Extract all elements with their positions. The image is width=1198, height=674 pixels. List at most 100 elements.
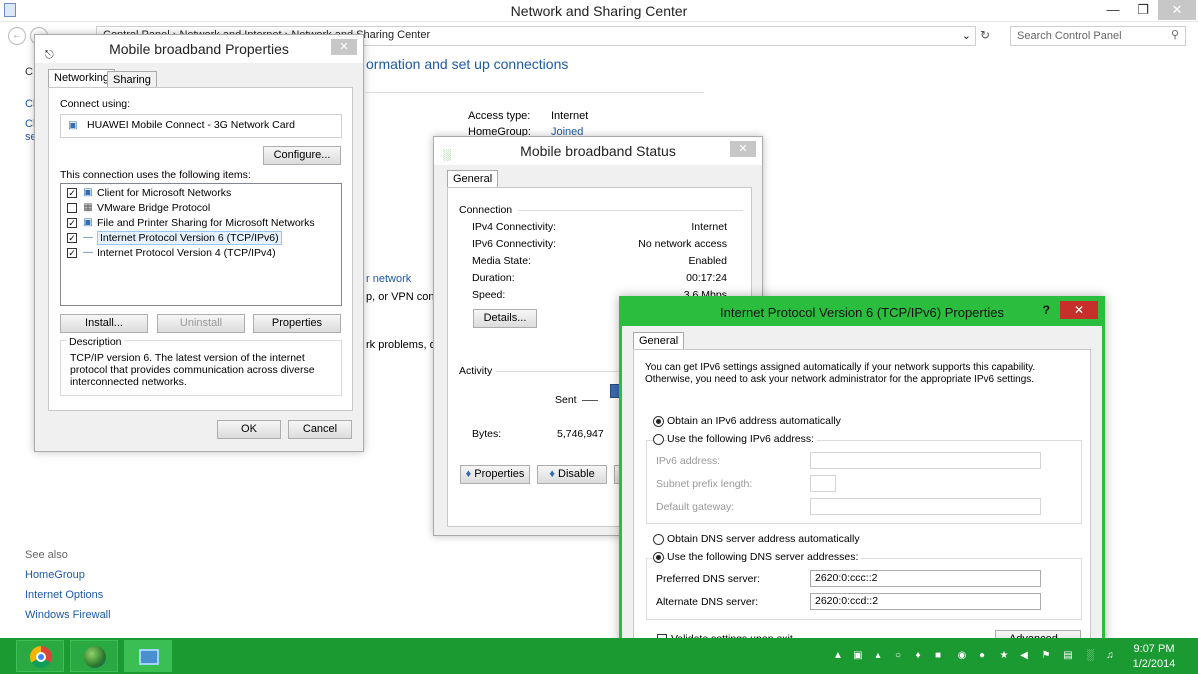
search-icon: ⚲	[1170, 29, 1179, 41]
manual-dns-group	[646, 558, 1082, 620]
media-state-value: Enabled	[688, 255, 727, 267]
connection-divider	[518, 210, 743, 211]
left-frag: C	[25, 66, 33, 78]
manual-address-radio[interactable]	[653, 434, 664, 445]
chrome-icon[interactable]	[16, 640, 64, 672]
configure-button[interactable]: Configure...	[263, 146, 341, 165]
tab-networking[interactable]: Networking	[48, 69, 116, 87]
client-network-icon: ▣	[83, 187, 93, 198]
network-tray-icon[interactable]: ▤	[1062, 650, 1074, 662]
item-label[interactable]: Internet Protocol Version 6 (TCP/IPv6)	[97, 231, 282, 245]
auto-address-radio[interactable]	[653, 416, 664, 427]
globe-logo	[84, 646, 106, 668]
tray-icon[interactable]: ■	[932, 650, 944, 662]
cancel-button[interactable]: Cancel	[288, 420, 352, 439]
ipv6-address-input	[810, 452, 1041, 469]
item-label[interactable]: VMware Bridge Protocol	[97, 202, 210, 214]
auto-dns-radio[interactable]	[653, 534, 664, 545]
manual-dns-label[interactable]: Use the following DNS server addresses:	[667, 551, 862, 563]
ok-button[interactable]: OK	[217, 420, 281, 439]
tray-icon[interactable]: ▣	[852, 650, 864, 662]
file-sharing-icon: ▣	[83, 217, 93, 228]
items-list[interactable]: ✓ ▣ Client for Microsoft Networks ▦ VMwa…	[60, 183, 342, 306]
search-input[interactable]: Search Control Panel ⚲	[1010, 26, 1186, 46]
bytes-sent-value: 5,746,947	[557, 428, 604, 440]
signal-tray-icon[interactable]: ░	[1084, 650, 1096, 662]
flag-icon[interactable]: ⚑	[1040, 650, 1052, 662]
items-label: This connection uses the following items…	[60, 169, 251, 181]
close-button[interactable]: ✕	[1158, 0, 1196, 20]
tab-general[interactable]: General	[447, 170, 499, 188]
item-checkbox[interactable]: ✓	[67, 188, 77, 198]
tray-icon[interactable]: ★	[998, 650, 1010, 662]
item-checkbox[interactable]	[67, 203, 77, 213]
item-label[interactable]: File and Printer Sharing for Microsoft N…	[97, 217, 315, 229]
network-card-icon: ▣	[68, 120, 78, 131]
auto-address-label[interactable]: Obtain an IPv6 address automatically	[667, 415, 841, 427]
window-titlebar: Network and Sharing Center — ❐ ✕	[0, 0, 1198, 22]
tray-icon[interactable]: ◉	[956, 650, 968, 662]
bytes-label: Bytes:	[472, 428, 502, 440]
ipv6-dialog-titlebar: Internet Protocol Version 6 (TCP/IPv6) P…	[622, 299, 1102, 326]
see-also-homegroup[interactable]: HomeGroup	[25, 569, 85, 581]
minimize-button[interactable]: —	[1098, 0, 1128, 20]
sent-line	[582, 400, 598, 401]
disable-button[interactable]: ♦ Disable	[537, 465, 607, 484]
see-also-internet-options[interactable]: Internet Options	[25, 589, 103, 601]
tab-general[interactable]: General	[633, 332, 685, 350]
item-checkbox[interactable]: ✓	[67, 248, 77, 258]
network-app-icon[interactable]	[124, 640, 172, 672]
item-label[interactable]: Internet Protocol Version 4 (TCP/IPv4)	[97, 247, 276, 259]
install-button[interactable]: Install...	[60, 314, 148, 333]
tray-icon[interactable]: ●	[976, 650, 988, 662]
dialog-title-text: Mobile broadband Properties	[109, 41, 289, 57]
button-label: Disable	[558, 468, 595, 480]
ipv4-connectivity-value: Internet	[691, 221, 727, 233]
chevron-down-icon[interactable]: ⌄	[962, 29, 971, 42]
refresh-icon[interactable]: ↻	[980, 28, 990, 42]
connection-section-label: Connection	[459, 204, 513, 216]
see-also-windows-firewall[interactable]: Windows Firewall	[25, 609, 111, 621]
tray-icon[interactable]: ▲	[832, 650, 844, 662]
button-label: Properties	[474, 468, 525, 480]
tray-icon[interactable]: ○	[892, 650, 904, 662]
volume-icon[interactable]: ♫	[1104, 650, 1116, 662]
preferred-dns-input[interactable]: 2620:0:ccc::2	[810, 570, 1041, 587]
manual-dns-radio[interactable]	[653, 552, 664, 563]
clock-time[interactable]: 9:07 PM	[1126, 643, 1182, 655]
alternate-dns-input[interactable]: 2620:0:ccd::2	[810, 593, 1041, 610]
network-link-frag[interactable]: r network	[366, 273, 411, 285]
close-icon[interactable]: ✕	[1060, 301, 1098, 319]
network-adapter-icon: ⎋	[45, 49, 54, 61]
item-checkbox[interactable]: ✓	[67, 218, 77, 228]
dialog-title-text: Mobile broadband Status	[520, 143, 676, 159]
duration-label: Duration:	[472, 272, 515, 284]
tray-icon[interactable]: ◀	[1018, 650, 1030, 662]
auto-dns-label[interactable]: Obtain DNS server address automatically	[667, 533, 860, 545]
see-also-title: See also	[25, 549, 68, 561]
globe-app-icon[interactable]	[70, 640, 118, 672]
properties-dialog: ⎋ Mobile broadband Properties ✕ Networki…	[34, 34, 364, 452]
duration-value: 00:17:24	[686, 272, 727, 284]
restore-button[interactable]: ❐	[1128, 0, 1158, 20]
clock-date[interactable]: 1/2/2014	[1126, 658, 1182, 670]
status-properties-button[interactable]: ♦ Properties	[460, 465, 530, 484]
close-icon[interactable]: ✕	[331, 39, 357, 55]
media-state-label: Media State:	[472, 255, 531, 267]
details-button[interactable]: Details...	[473, 309, 537, 328]
access-type-value: Internet	[551, 110, 589, 122]
properties-button[interactable]: Properties	[253, 314, 341, 333]
close-icon[interactable]: ✕	[730, 141, 756, 157]
network-app-logo	[139, 649, 159, 665]
manual-address-label[interactable]: Use the following IPv6 address:	[667, 433, 818, 445]
connect-using-label: Connect using:	[60, 98, 131, 110]
chrome-center	[36, 652, 46, 662]
tray-icon[interactable]: ▴	[872, 650, 884, 662]
back-icon[interactable]: ←	[8, 27, 26, 45]
item-checkbox[interactable]: ✓	[67, 233, 77, 243]
activity-section-label: Activity	[459, 365, 493, 377]
description-label: Description	[67, 336, 124, 348]
tray-icon[interactable]: ♦	[912, 650, 924, 662]
item-label[interactable]: Client for Microsoft Networks	[97, 187, 231, 199]
help-icon[interactable]: ?	[1043, 303, 1050, 317]
